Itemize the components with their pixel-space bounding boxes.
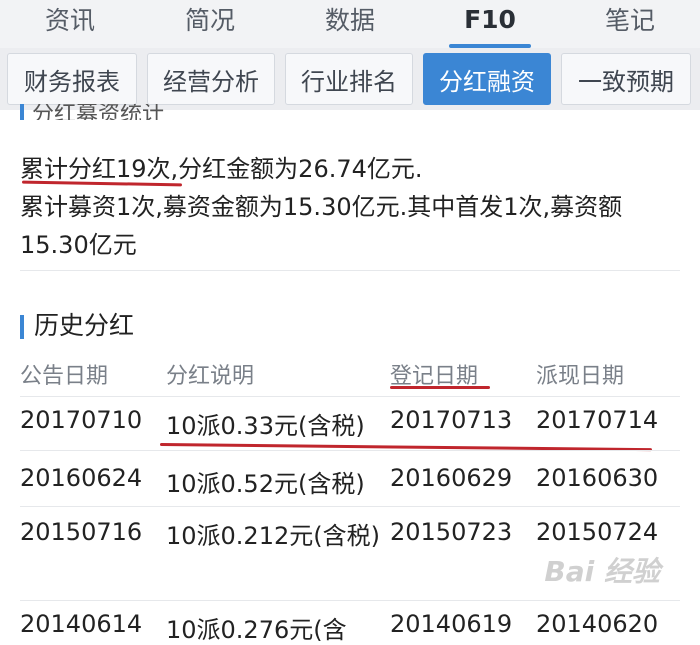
sub-tab-bar: 财务报表 经营分析 行业排名 分红融资 一致预期 bbox=[0, 48, 700, 110]
divider bbox=[20, 600, 680, 601]
baidu-jingyan-watermark: Bai 经验 bbox=[544, 555, 660, 588]
tab-notes[interactable]: 笔记 bbox=[560, 0, 700, 48]
divider bbox=[20, 506, 680, 507]
col-dividend-description: 分红说明 bbox=[166, 364, 255, 389]
col-announcement-date: 公告日期 bbox=[20, 364, 109, 389]
tab-news[interactable]: 资讯 bbox=[0, 0, 140, 48]
subtab-operations-analysis[interactable]: 经营分析 bbox=[147, 53, 275, 105]
col-payment-date: 派现日期 bbox=[536, 364, 625, 389]
divider bbox=[20, 396, 680, 397]
section-bar bbox=[20, 315, 24, 339]
history-section-title: 历史分红 bbox=[20, 306, 134, 342]
tab-f10[interactable]: F10 bbox=[420, 0, 560, 48]
tab-profile[interactable]: 简况 bbox=[140, 0, 280, 48]
dividend-count-text: 累计分红19次 bbox=[20, 155, 171, 183]
subtab-consensus-forecast[interactable]: 一致预期 bbox=[561, 53, 691, 105]
summary-text: 累计分红19次,分红金额为26.74亿元. 累计募资1次,募资金额为15.30亿… bbox=[20, 150, 690, 264]
subtab-financial-statements[interactable]: 财务报表 bbox=[7, 53, 137, 105]
summary-section-title: 分红募资统计 bbox=[20, 104, 164, 120]
financing-text: 累计募资1次,募资金额为15.30亿元.其中首发1次,募资额15.30亿元 bbox=[20, 193, 623, 259]
tab-data[interactable]: 数据 bbox=[280, 0, 420, 48]
subtab-dividend-financing[interactable]: 分红融资 bbox=[423, 53, 551, 105]
annotation-underline-record-date bbox=[390, 386, 490, 389]
subtab-industry-ranking[interactable]: 行业排名 bbox=[285, 53, 413, 105]
top-tab-bar: 资讯 简况 数据 F10 笔记 bbox=[0, 0, 700, 48]
divider bbox=[20, 450, 680, 451]
dividend-amount-text: ,分红金额为26.74亿元. bbox=[170, 155, 423, 183]
divider bbox=[20, 270, 680, 271]
content-area[interactable]: 分红募资统计 累计分红19次,分红金额为26.74亿元. 累计募资1次,募资金额… bbox=[0, 104, 700, 644]
section-bar bbox=[20, 104, 24, 120]
